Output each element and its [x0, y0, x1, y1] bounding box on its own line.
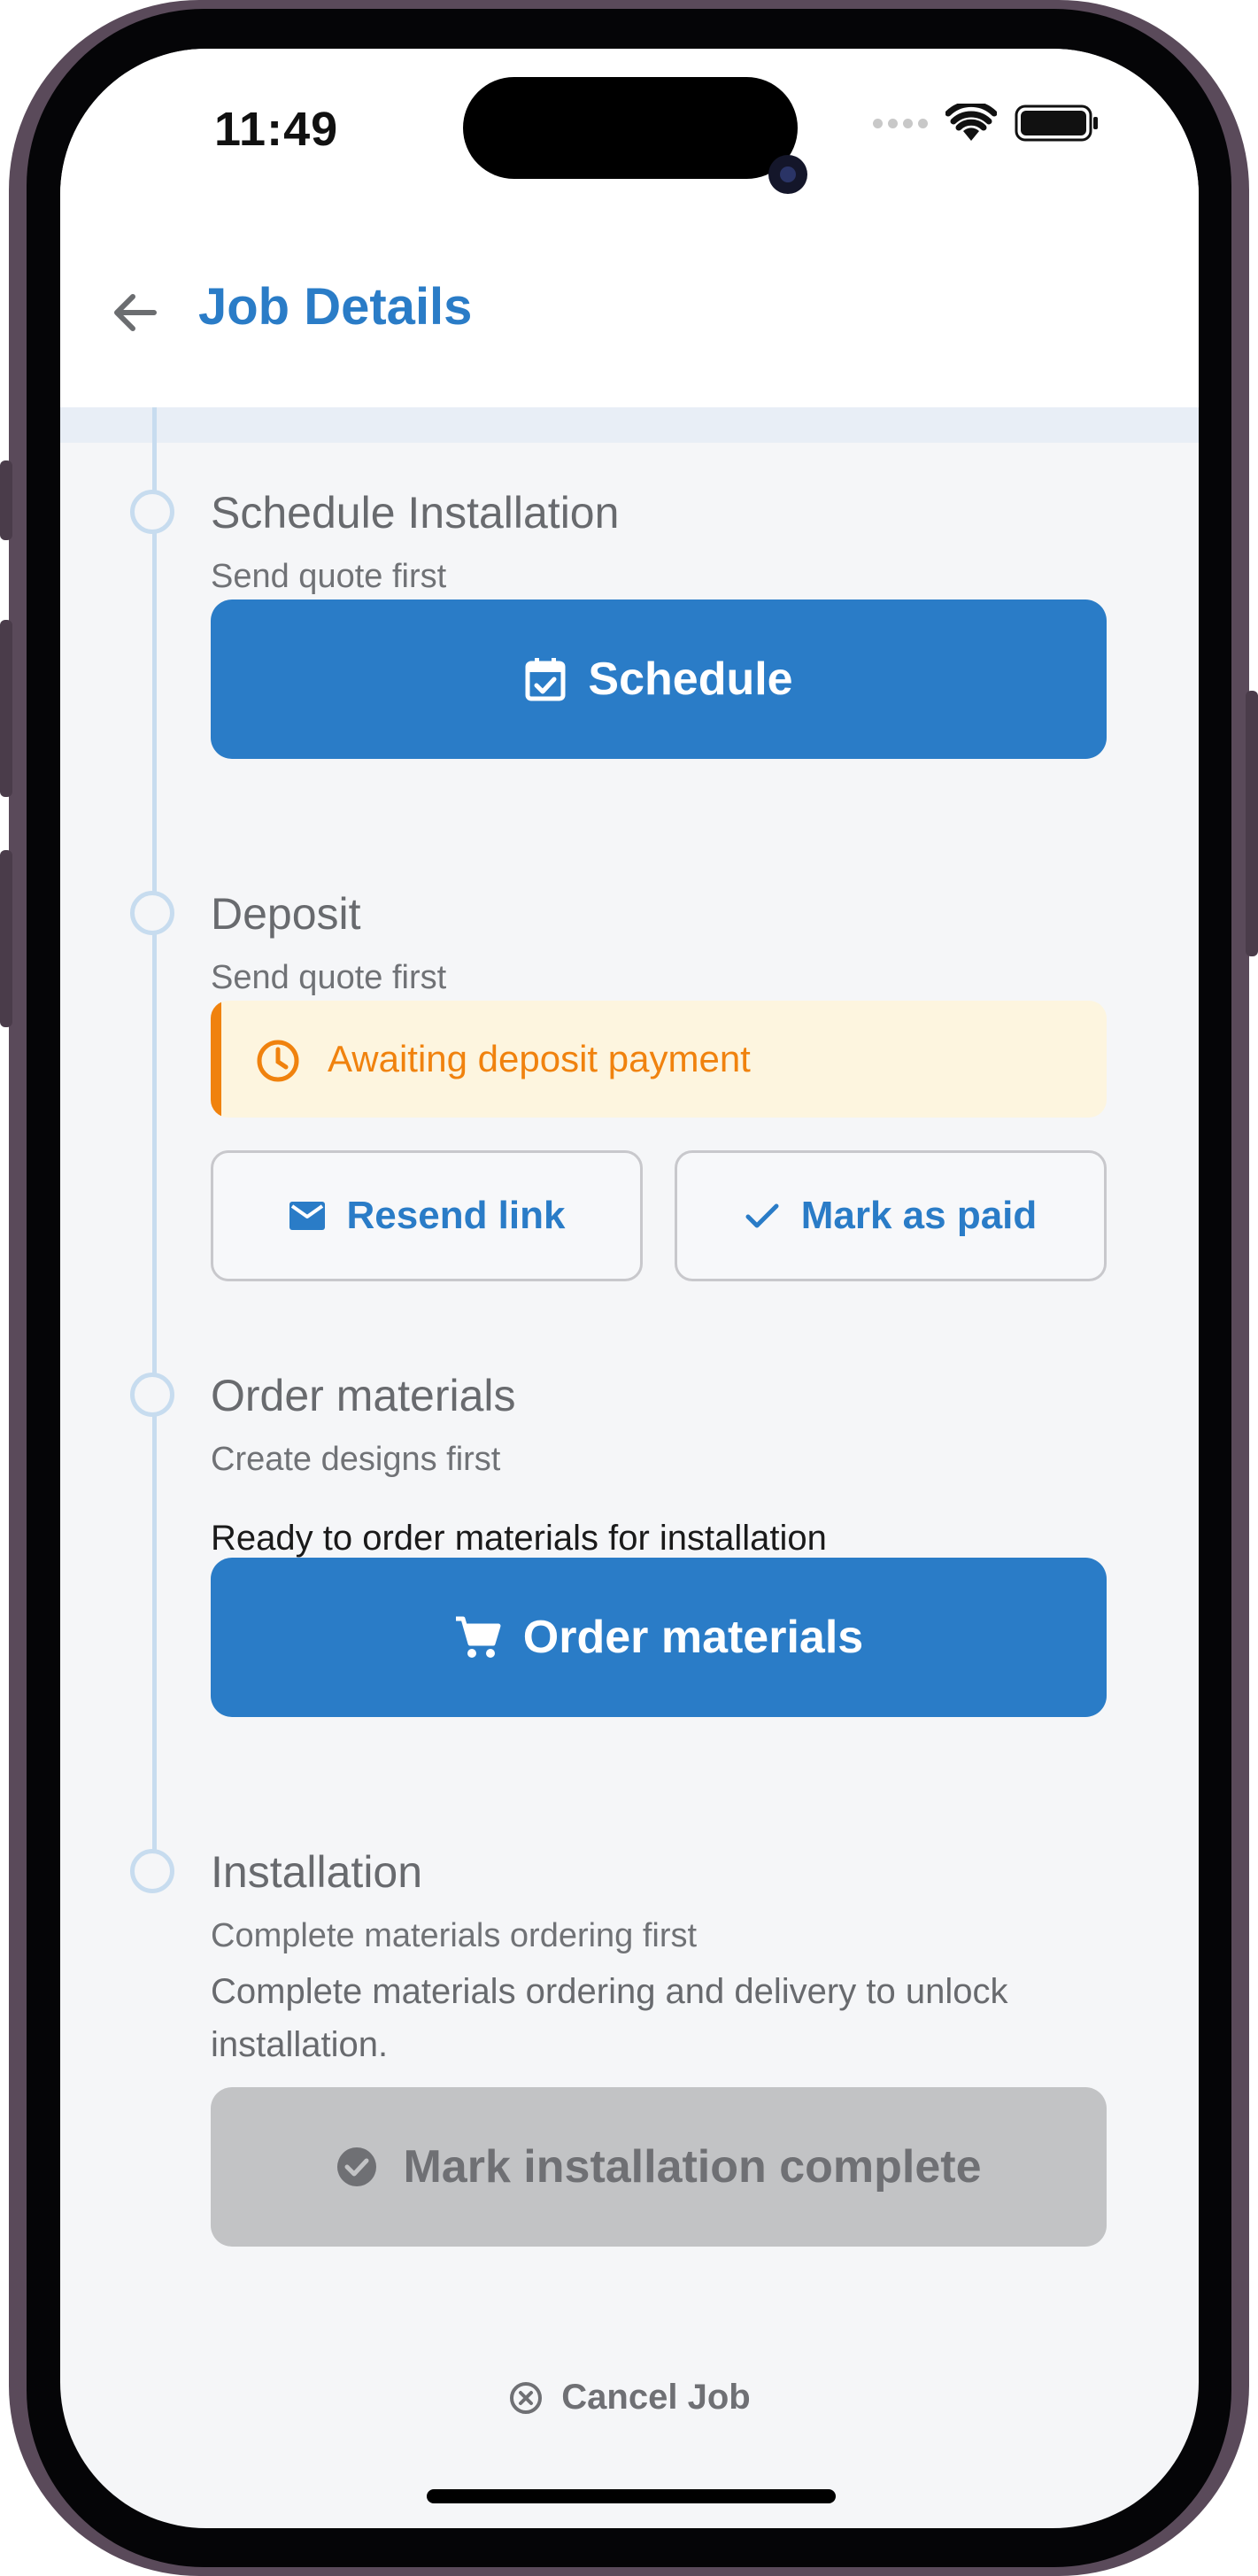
timeline-node-schedule: [130, 490, 174, 534]
cart-icon: [455, 1616, 501, 1658]
timeline-node-installation: [130, 1849, 174, 1893]
clock-icon: [257, 1040, 299, 1082]
scroll-edge: [60, 407, 1199, 443]
resend-link-button[interactable]: Resend link: [211, 1150, 643, 1281]
mark-installation-complete-button[interactable]: Mark installation complete: [211, 2087, 1107, 2247]
battery-icon: [1015, 104, 1098, 142]
timeline-line: [152, 407, 157, 1851]
camera-icon: [768, 155, 807, 194]
step-subtitle-order-materials: Create designs first: [211, 1441, 501, 1478]
step-subtitle-schedule: Send quote first: [211, 558, 447, 595]
page-title: Job Details: [198, 278, 473, 336]
step-subtitle-installation: Complete materials ordering first: [211, 1917, 698, 1954]
wifi-icon: [945, 104, 997, 141]
power-button: [1246, 691, 1258, 956]
step-title-order-materials: Order materials: [211, 1371, 516, 1420]
timeline-node-order-materials: [130, 1373, 174, 1417]
mark-as-paid-label: Mark as paid: [800, 1194, 1038, 1237]
resend-link-label: Resend link: [346, 1194, 566, 1237]
cellular-signal-icon: [873, 118, 928, 128]
check-icon: [745, 1203, 779, 1228]
schedule-button[interactable]: Schedule: [211, 600, 1107, 759]
back-arrow-icon[interactable]: [106, 284, 163, 341]
step-title-schedule: Schedule Installation: [211, 488, 620, 538]
volume-down-button: [0, 850, 12, 1027]
status-indicators: [873, 104, 1100, 143]
status-time: 11:49: [214, 103, 339, 156]
cancel-job-button[interactable]: Cancel Job: [60, 2378, 1199, 2417]
home-indicator[interactable]: [427, 2489, 836, 2503]
mark-as-paid-button[interactable]: Mark as paid: [675, 1150, 1107, 1281]
order-materials-button-label: Order materials: [522, 1612, 864, 1663]
mail-icon: [289, 1202, 325, 1230]
calendar-check-icon: [525, 658, 566, 701]
screen: 11:49 Job Details Schedule Installation …: [60, 49, 1199, 2528]
installation-description: Complete materials ordering and delivery…: [211, 1972, 1008, 2064]
check-circle-icon: [337, 2147, 377, 2186]
volume-up-button: [0, 620, 12, 797]
step-subtitle-deposit: Send quote first: [211, 959, 447, 996]
app-bar: Job Details: [60, 226, 1199, 407]
order-materials-description: Ready to order materials for installatio…: [211, 1519, 827, 1558]
alert-text: Awaiting deposit payment: [328, 1038, 751, 1079]
step-title-deposit: Deposit: [211, 889, 361, 939]
action-button: [0, 460, 12, 540]
status-bar: 11:49: [60, 49, 1199, 226]
x-circle-icon: [510, 2381, 543, 2414]
cancel-job-label: Cancel Job: [561, 2378, 751, 2417]
deposit-status-alert: Awaiting deposit payment: [211, 1001, 1107, 1118]
order-materials-button[interactable]: Order materials: [211, 1558, 1107, 1717]
mark-installation-complete-label: Mark installation complete: [403, 2141, 982, 2193]
dynamic-island: [463, 77, 798, 179]
alert-accent-bar: [211, 1001, 221, 1118]
timeline-node-deposit: [130, 891, 174, 935]
schedule-button-label: Schedule: [588, 654, 793, 705]
step-title-installation: Installation: [211, 1847, 423, 1897]
